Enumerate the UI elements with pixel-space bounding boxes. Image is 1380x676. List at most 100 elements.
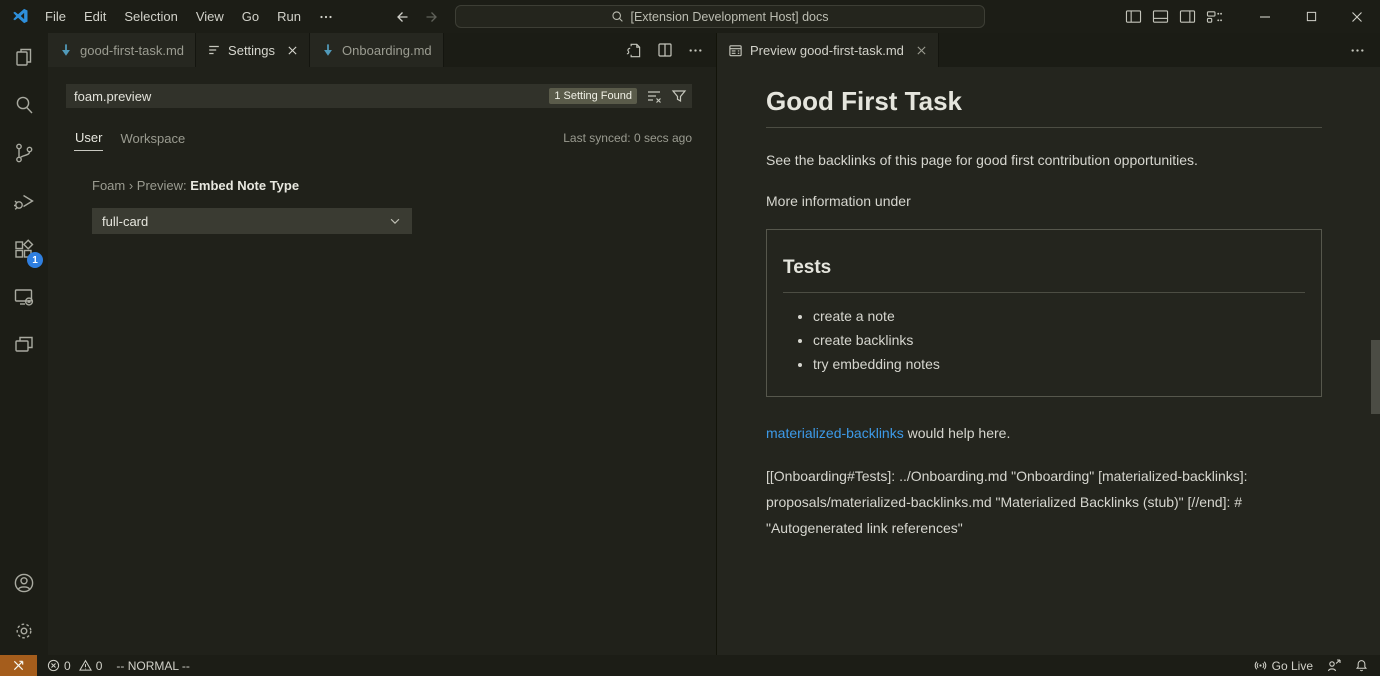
remote-explorer-icon[interactable] <box>0 273 48 321</box>
list-item: create backlinks <box>813 332 1305 348</box>
preview-scrollbar[interactable] <box>1371 340 1380 414</box>
open-preview-icon <box>728 43 743 58</box>
setting-row-embed-note-type: Foam › Preview: Embed Note Type full-car… <box>92 177 412 234</box>
status-bar-right: Go Live <box>1254 659 1380 673</box>
close-tab-icon[interactable] <box>916 45 927 56</box>
link-references-text: [[Onboarding#Tests]: ../Onboarding.md "O… <box>766 463 1322 541</box>
tab-label: Settings <box>228 43 275 58</box>
explorer-icon[interactable] <box>0 33 48 81</box>
settings-scope-row: User Workspace Last synced: 0 secs ago <box>74 123 692 153</box>
tab-settings[interactable]: Settings <box>196 33 310 67</box>
customize-layout-icon[interactable] <box>1201 0 1228 33</box>
setting-category: Foam › Preview: <box>92 178 190 193</box>
tab-preview-good-first-task[interactable]: Preview good-first-task.md <box>717 33 939 67</box>
editor-tabbar-left: good-first-task.md Settings Onboarding.m… <box>48 33 716 67</box>
go-live-button[interactable]: Go Live <box>1254 659 1313 673</box>
menu-go[interactable]: Go <box>233 0 268 33</box>
notifications-bell-icon[interactable] <box>1355 659 1368 672</box>
backlink-rest: would help here. <box>904 425 1011 441</box>
menu-view[interactable]: View <box>187 0 233 33</box>
tab-label: Onboarding.md <box>342 43 432 58</box>
last-synced-label: Last synced: 0 secs ago <box>563 131 692 145</box>
close-tab-icon[interactable] <box>287 45 298 56</box>
maximize-button[interactable] <box>1288 0 1334 33</box>
remote-indicator[interactable] <box>0 655 37 676</box>
warning-icon <box>79 659 92 672</box>
menu-run[interactable]: Run <box>268 0 310 33</box>
menu-overflow-icon[interactable] <box>310 10 342 24</box>
toggle-panel-icon[interactable] <box>1147 0 1174 33</box>
status-bar: 0 0 -- NORMAL -- Go Live <box>0 655 1380 676</box>
vscode-logo-icon <box>11 7 29 25</box>
filter-funnel-icon[interactable] <box>671 88 687 104</box>
results-count-badge: 1 Setting Found <box>549 88 637 104</box>
setting-title: Foam › Preview: Embed Note Type <box>92 177 412 195</box>
list-item: try embedding notes <box>813 356 1305 372</box>
menu-selection[interactable]: Selection <box>115 0 186 33</box>
menu-file[interactable]: File <box>36 0 75 33</box>
search-icon <box>611 10 624 23</box>
markdown-file-icon <box>321 43 335 57</box>
more-actions-icon[interactable] <box>688 43 703 58</box>
tab-label: Preview good-first-task.md <box>750 43 904 58</box>
command-center-search[interactable]: [Extension Development Host] docs <box>455 5 985 28</box>
windows-view-icon[interactable] <box>0 321 48 369</box>
select-value: full-card <box>102 214 148 229</box>
error-count: 0 <box>64 659 71 673</box>
manage-gear-icon[interactable] <box>0 607 48 655</box>
broadcast-icon <box>1254 659 1267 672</box>
activity-bar: 1 <box>0 33 48 655</box>
scope-tab-user[interactable]: User <box>74 125 103 151</box>
history-navigation <box>394 0 440 33</box>
backlink-paragraph: materialized-backlinks would help here. <box>766 425 1322 441</box>
chevron-down-icon <box>388 214 402 228</box>
setting-name: Embed Note Type <box>190 178 299 193</box>
close-window-button[interactable] <box>1334 0 1380 33</box>
markdown-file-icon <box>59 43 73 57</box>
tab-label: good-first-task.md <box>80 43 184 58</box>
embedded-note-card: Tests create a note create backlinks try… <box>766 229 1322 397</box>
menu-bar: File Edit Selection View Go Run <box>36 0 342 33</box>
more-actions-icon[interactable] <box>1350 43 1380 58</box>
embedded-note-heading: Tests <box>783 257 1305 293</box>
tests-list: create a note create backlinks try embed… <box>783 308 1305 372</box>
window-controls <box>1120 0 1380 33</box>
editor-tabbar-right: Preview good-first-task.md <box>717 33 1380 67</box>
run-debug-icon[interactable] <box>0 177 48 225</box>
settings-editor-icon <box>207 43 221 57</box>
forward-icon[interactable] <box>424 9 440 25</box>
open-settings-json-icon[interactable] <box>625 42 642 59</box>
accounts-icon[interactable] <box>0 559 48 607</box>
command-center-label: [Extension Development Host] docs <box>630 10 828 24</box>
extensions-badge: 1 <box>27 252 43 268</box>
menu-edit[interactable]: Edit <box>75 0 115 33</box>
clear-filters-icon[interactable] <box>646 88 662 104</box>
search-view-icon[interactable] <box>0 81 48 129</box>
extensions-icon[interactable]: 1 <box>0 225 48 273</box>
preview-intro: See the backlinks of this page for good … <box>766 152 1322 168</box>
embed-note-type-select[interactable]: full-card <box>92 208 412 234</box>
titlebar: File Edit Selection View Go Run [Extensi… <box>0 0 1380 33</box>
tab-onboarding[interactable]: Onboarding.md <box>310 33 444 67</box>
preview-more-info: More information under <box>766 193 1322 209</box>
go-live-label: Go Live <box>1272 659 1313 673</box>
list-item: create a note <box>813 308 1305 324</box>
source-control-icon[interactable] <box>0 129 48 177</box>
settings-editor: 1 Setting Found User Workspace Last sync… <box>48 67 716 655</box>
error-icon <box>47 659 60 672</box>
warning-count: 0 <box>96 659 103 673</box>
materialized-backlinks-link[interactable]: materialized-backlinks <box>766 425 904 441</box>
back-icon[interactable] <box>394 9 410 25</box>
toggle-secondary-sidebar-icon[interactable] <box>1174 0 1201 33</box>
problems-indicator[interactable]: 0 0 <box>47 659 102 673</box>
split-editor-icon[interactable] <box>657 42 673 58</box>
tab-good-first-task[interactable]: good-first-task.md <box>48 33 196 67</box>
minimize-button[interactable] <box>1242 0 1288 33</box>
feedback-icon[interactable] <box>1327 659 1341 673</box>
toggle-primary-sidebar-icon[interactable] <box>1120 0 1147 33</box>
scope-tab-workspace[interactable]: Workspace <box>119 126 186 151</box>
markdown-preview: Good First Task See the backlinks of thi… <box>717 67 1380 655</box>
preview-heading: Good First Task <box>766 86 1322 128</box>
editor-actions <box>625 33 716 67</box>
vim-mode-indicator[interactable]: -- NORMAL -- <box>116 659 190 673</box>
